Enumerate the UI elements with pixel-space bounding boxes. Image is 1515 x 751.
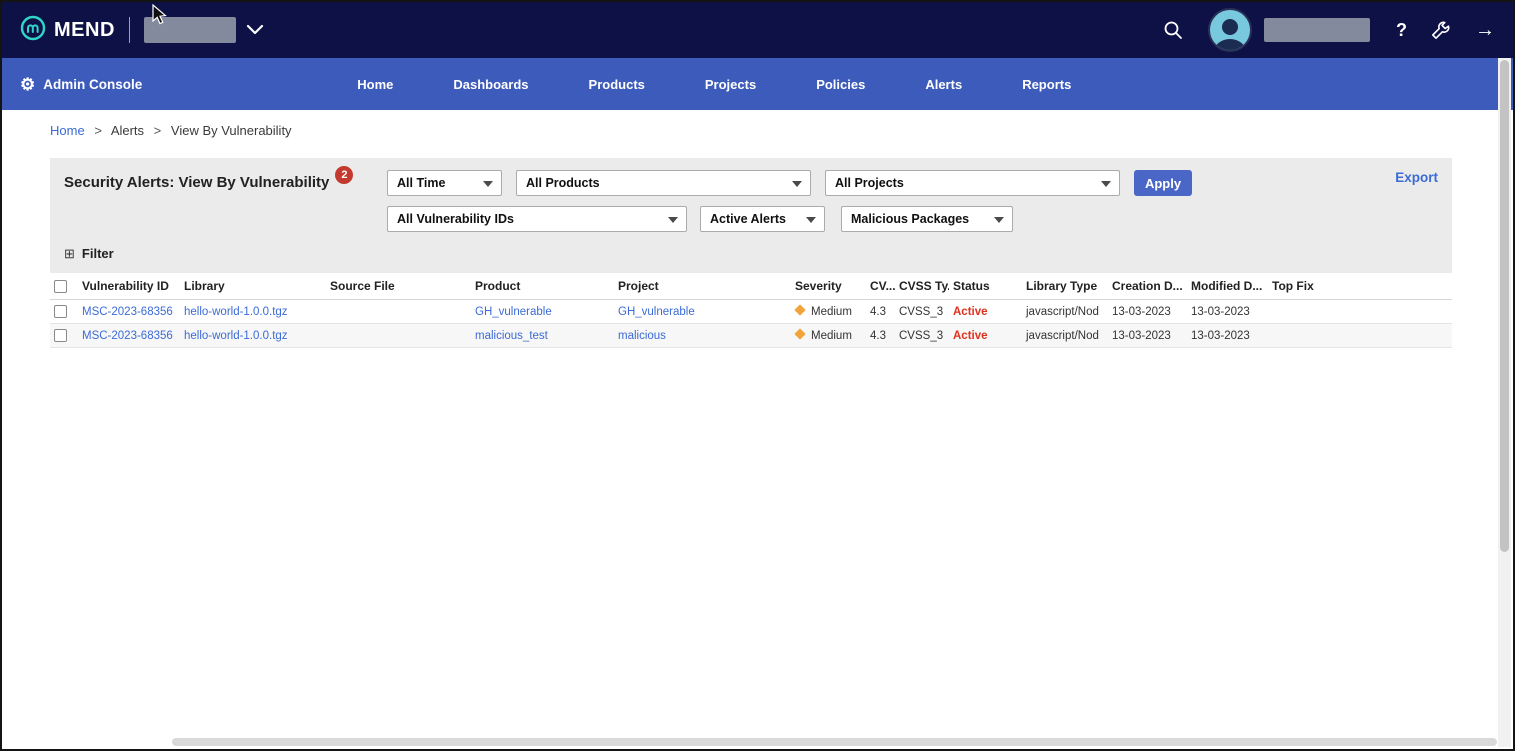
- cvss-score-cell: 4.3: [866, 300, 895, 324]
- col-project: Project: [614, 273, 791, 300]
- vulnerability-ids-dropdown[interactable]: All Vulnerability IDs: [387, 206, 687, 232]
- cvss-type-cell: CVSS_3: [895, 300, 949, 324]
- topbar-divider: [129, 17, 130, 43]
- brand-text: MEND: [54, 19, 115, 42]
- cvss-type-cell: CVSS_3: [895, 324, 949, 348]
- app-window: MEND ? →: [0, 0, 1515, 751]
- col-source-file: Source File: [326, 273, 471, 300]
- apply-button[interactable]: Apply: [1134, 170, 1192, 196]
- horizontal-scrollbar[interactable]: [172, 738, 1497, 746]
- org-selector-redacted[interactable]: [144, 17, 236, 43]
- admin-console-label: Admin Console: [43, 77, 142, 92]
- row-checkbox[interactable]: [54, 329, 67, 342]
- time-range-dropdown[interactable]: All Time: [387, 170, 502, 196]
- top-fix-cell: [1268, 324, 1452, 348]
- breadcrumb-separator: >: [94, 123, 102, 138]
- table-header-row: Vulnerability ID Library Source File Pro…: [50, 273, 1452, 300]
- vulnerability-id-link[interactable]: MSC-2023-68356: [82, 330, 173, 342]
- top-fix-cell: [1268, 300, 1452, 324]
- breadcrumb-current: View By Vulnerability: [171, 123, 292, 138]
- cvss-score-cell: 4.3: [866, 324, 895, 348]
- export-link[interactable]: Export: [1395, 170, 1438, 185]
- col-modified-date: Modified D...: [1187, 273, 1268, 300]
- status-cell: Active: [949, 300, 1022, 324]
- alert-type-dropdown[interactable]: Malicious Packages: [841, 206, 1013, 232]
- alert-status-dropdown[interactable]: Active Alerts: [700, 206, 825, 232]
- alerts-table: Vulnerability ID Library Source File Pro…: [50, 273, 1452, 348]
- breadcrumb-home[interactable]: Home: [50, 123, 85, 138]
- severity-cell: Medium: [791, 300, 866, 324]
- help-icon[interactable]: ?: [1396, 20, 1407, 41]
- top-bar: MEND ? →: [2, 2, 1513, 58]
- creation-date-cell: 13-03-2023: [1108, 324, 1187, 348]
- vertical-scrollbar[interactable]: [1498, 58, 1511, 747]
- severity-medium-icon: [794, 328, 805, 339]
- nav-item-projects[interactable]: Projects: [705, 77, 756, 92]
- main-nav-bar: ⚙ Admin Console Home Dashboards Products…: [2, 58, 1513, 110]
- nav-items: Home Dashboards Products Projects Polici…: [357, 77, 1071, 92]
- admin-console-button[interactable]: ⚙ Admin Console: [20, 76, 142, 93]
- filter-label: Filter: [82, 246, 114, 261]
- vertical-scrollbar-thumb[interactable]: [1500, 60, 1509, 552]
- library-link[interactable]: hello-world-1.0.0.tgz: [184, 330, 288, 342]
- severity-cell: Medium: [791, 324, 866, 348]
- row-checkbox[interactable]: [54, 305, 67, 318]
- vulnerability-id-link[interactable]: MSC-2023-68356: [82, 306, 173, 318]
- breadcrumb-separator: >: [154, 123, 162, 138]
- col-cvss-score: CV...: [866, 273, 895, 300]
- product-link[interactable]: GH_vulnerable: [475, 306, 552, 318]
- mend-logo[interactable]: MEND: [20, 15, 115, 46]
- severity-medium-icon: [794, 304, 805, 315]
- logout-arrow-icon[interactable]: →: [1475, 19, 1495, 42]
- search-icon[interactable]: [1162, 19, 1184, 41]
- breadcrumb: Home > Alerts > View By Vulnerability: [2, 110, 1513, 150]
- products-dropdown[interactable]: All Products: [516, 170, 811, 196]
- alert-count-badge: 2: [335, 166, 353, 184]
- col-top-fix: Top Fix: [1268, 273, 1452, 300]
- source-file-cell: [326, 300, 471, 324]
- modified-date-cell: 13-03-2023: [1187, 324, 1268, 348]
- source-file-cell: [326, 324, 471, 348]
- org-chevron-down-icon[interactable]: [246, 24, 264, 36]
- user-avatar[interactable]: [1208, 8, 1252, 52]
- project-link[interactable]: GH_vulnerable: [618, 306, 695, 318]
- status-badge: Active: [953, 330, 988, 342]
- status-cell: Active: [949, 324, 1022, 348]
- col-vulnerability-id: Vulnerability ID: [78, 273, 180, 300]
- table-row: MSC-2023-68356 hello-world-1.0.0.tgz mal…: [50, 324, 1452, 348]
- col-cvss-type: CVSS Ty...: [895, 273, 949, 300]
- breadcrumb-alerts[interactable]: Alerts: [111, 123, 144, 138]
- mend-logo-icon: [20, 15, 46, 46]
- library-type-cell: javascript/Nod: [1022, 300, 1108, 324]
- col-creation-date: Creation D...: [1108, 273, 1187, 300]
- col-library: Library: [180, 273, 326, 300]
- creation-date-cell: 13-03-2023: [1108, 300, 1187, 324]
- nav-item-dashboards[interactable]: Dashboards: [453, 77, 528, 92]
- filter-panel: Security Alerts: View By Vulnerability 2…: [50, 158, 1452, 273]
- library-link[interactable]: hello-world-1.0.0.tgz: [184, 306, 288, 318]
- col-product: Product: [471, 273, 614, 300]
- username-redacted: [1264, 18, 1370, 42]
- table-row: MSC-2023-68356 hello-world-1.0.0.tgz GH_…: [50, 300, 1452, 324]
- col-severity: Severity: [791, 273, 866, 300]
- projects-dropdown[interactable]: All Projects: [825, 170, 1120, 196]
- modified-date-cell: 13-03-2023: [1187, 300, 1268, 324]
- gear-icon: ⚙: [20, 76, 35, 93]
- nav-item-alerts[interactable]: Alerts: [925, 77, 962, 92]
- nav-item-policies[interactable]: Policies: [816, 77, 865, 92]
- library-type-cell: javascript/Nod: [1022, 324, 1108, 348]
- main-content: Security Alerts: View By Vulnerability 2…: [50, 158, 1452, 348]
- status-badge: Active: [953, 306, 988, 318]
- project-link[interactable]: malicious: [618, 330, 666, 342]
- nav-item-products[interactable]: Products: [589, 77, 645, 92]
- col-status: Status: [949, 273, 1022, 300]
- wrench-icon[interactable]: [1431, 20, 1451, 40]
- select-all-checkbox[interactable]: [54, 280, 67, 293]
- nav-item-reports[interactable]: Reports: [1022, 77, 1071, 92]
- col-library-type: Library Type: [1022, 273, 1108, 300]
- product-link[interactable]: malicious_test: [475, 330, 548, 342]
- page-title: Security Alerts: View By Vulnerability: [64, 174, 329, 191]
- filter-expand-icon[interactable]: ⊞: [64, 247, 75, 260]
- nav-item-home[interactable]: Home: [357, 77, 393, 92]
